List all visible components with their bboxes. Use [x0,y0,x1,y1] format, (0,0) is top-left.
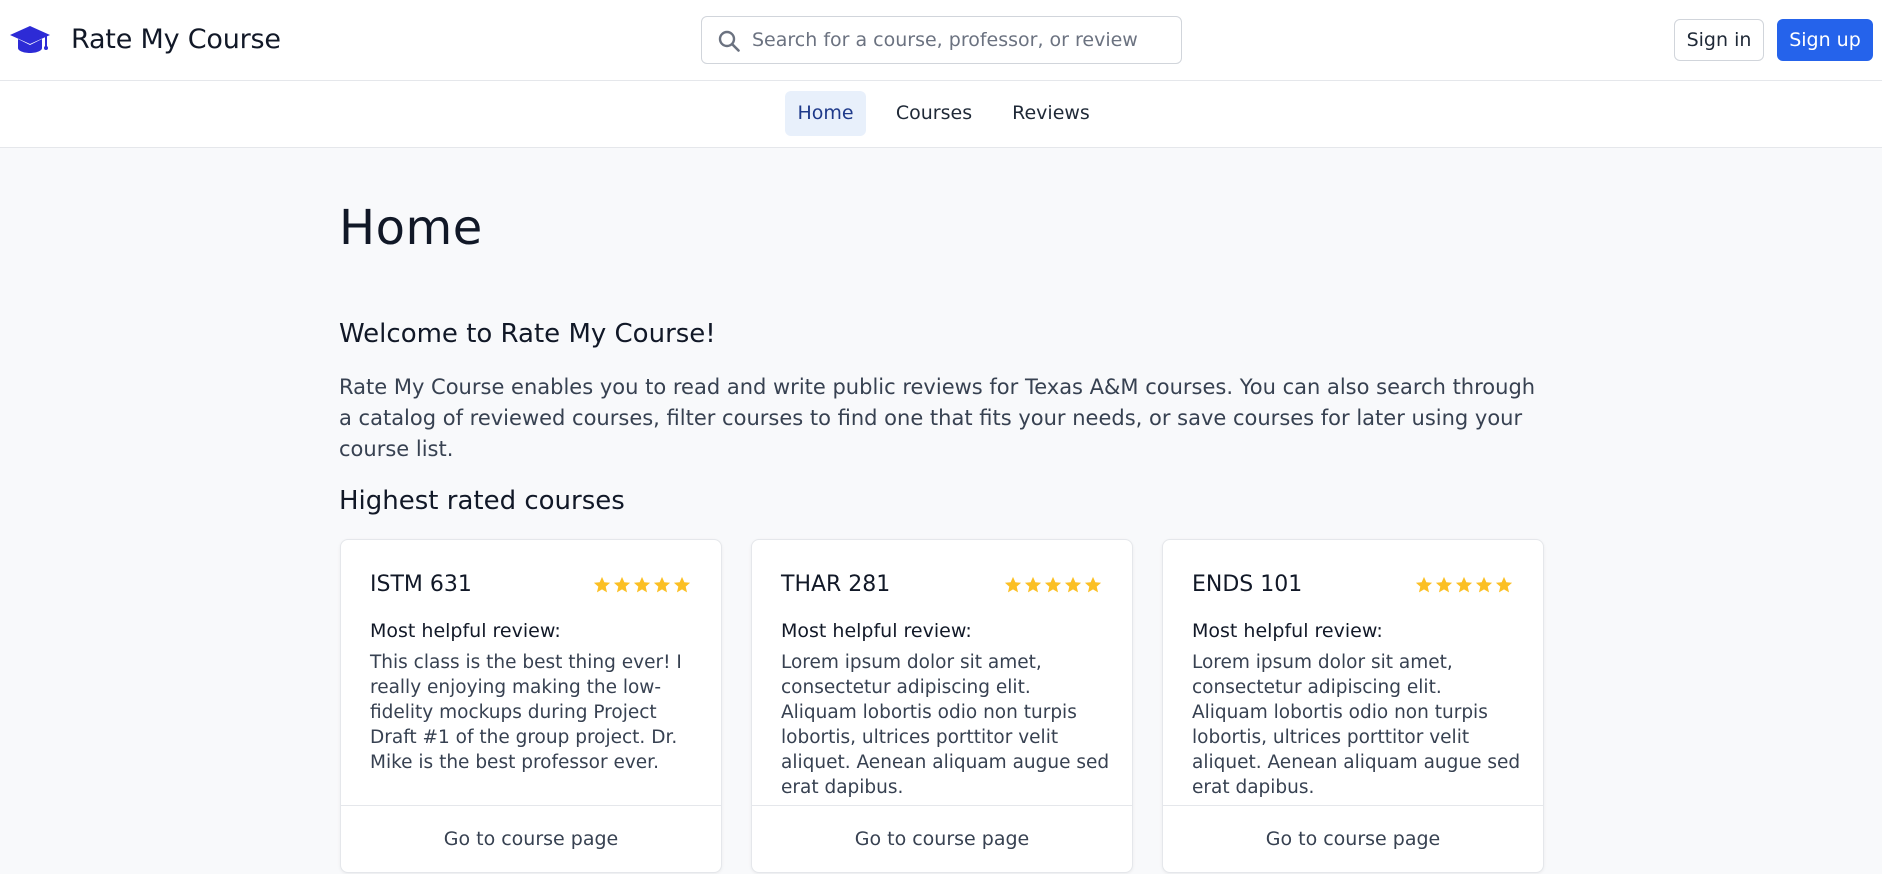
go-to-course-link[interactable]: Go to course page [1163,806,1543,873]
course-code: ENDS 101 [1192,572,1303,597]
star-icon [593,576,611,593]
highest-rated-heading: Highest rated courses [339,486,625,516]
star-rating [593,576,691,594]
star-rating [1004,576,1102,594]
star-icon [1455,576,1473,593]
star-icon [613,576,631,593]
brand-name: Rate My Course [71,23,281,55]
review-text: Lorem ipsum dolor sit amet, consectetur … [1192,652,1521,798]
star-icon [1044,576,1062,593]
review-text: Lorem ipsum dolor sit amet, consectetur … [781,652,1110,798]
page-title: Home [339,200,483,256]
card-footer: Go to course page [752,805,1132,873]
graduation-cap-icon [10,26,50,53]
helpful-review-label: Most helpful review: [781,620,972,642]
star-icon [633,576,651,593]
star-icon [1415,576,1433,593]
brand-logo-link[interactable]: Rate My Course [10,22,281,56]
star-icon [1495,576,1513,593]
search-box[interactable] [701,16,1182,64]
welcome-heading: Welcome to Rate My Course! [339,319,716,349]
star-icon [653,576,671,593]
top-header: Rate My Course Sign in Sign up [0,0,1882,81]
course-code: THAR 281 [781,572,891,597]
review-text: This class is the best thing ever! I rea… [370,652,682,773]
course-card: THAR 281 Most helpful review: Lorem ipsu… [751,539,1133,873]
course-card: ENDS 101 Most helpful review: Lorem ipsu… [1162,539,1544,873]
intro-text: Rate My Course enables you to read and w… [339,375,1536,461]
nav-item-reviews[interactable]: Reviews [1007,91,1095,136]
star-icon [1435,576,1453,593]
sign-in-button[interactable]: Sign in [1674,19,1764,61]
star-icon [673,576,691,593]
course-code: ISTM 631 [370,572,472,597]
nav-item-courses[interactable]: Courses [889,91,979,136]
helpful-review-label: Most helpful review: [370,620,561,642]
sign-up-button[interactable]: Sign up [1777,19,1873,61]
card-footer: Go to course page [1163,805,1543,873]
star-icon [1064,576,1082,593]
go-to-course-link[interactable]: Go to course page [752,806,1132,873]
nav-item-home[interactable]: Home [785,91,866,136]
star-icon [1024,576,1042,593]
star-icon [1084,576,1102,593]
helpful-review-label: Most helpful review: [1192,620,1383,642]
search-icon [718,30,740,52]
star-icon [1475,576,1493,593]
search-input[interactable] [752,17,1172,63]
course-card: ISTM 631 Most helpful review: This class… [340,539,722,873]
star-rating [1415,576,1513,594]
card-footer: Go to course page [341,805,721,873]
star-icon [1004,576,1022,593]
main-nav: Home Courses Reviews [0,81,1882,148]
go-to-course-link[interactable]: Go to course page [341,806,721,873]
